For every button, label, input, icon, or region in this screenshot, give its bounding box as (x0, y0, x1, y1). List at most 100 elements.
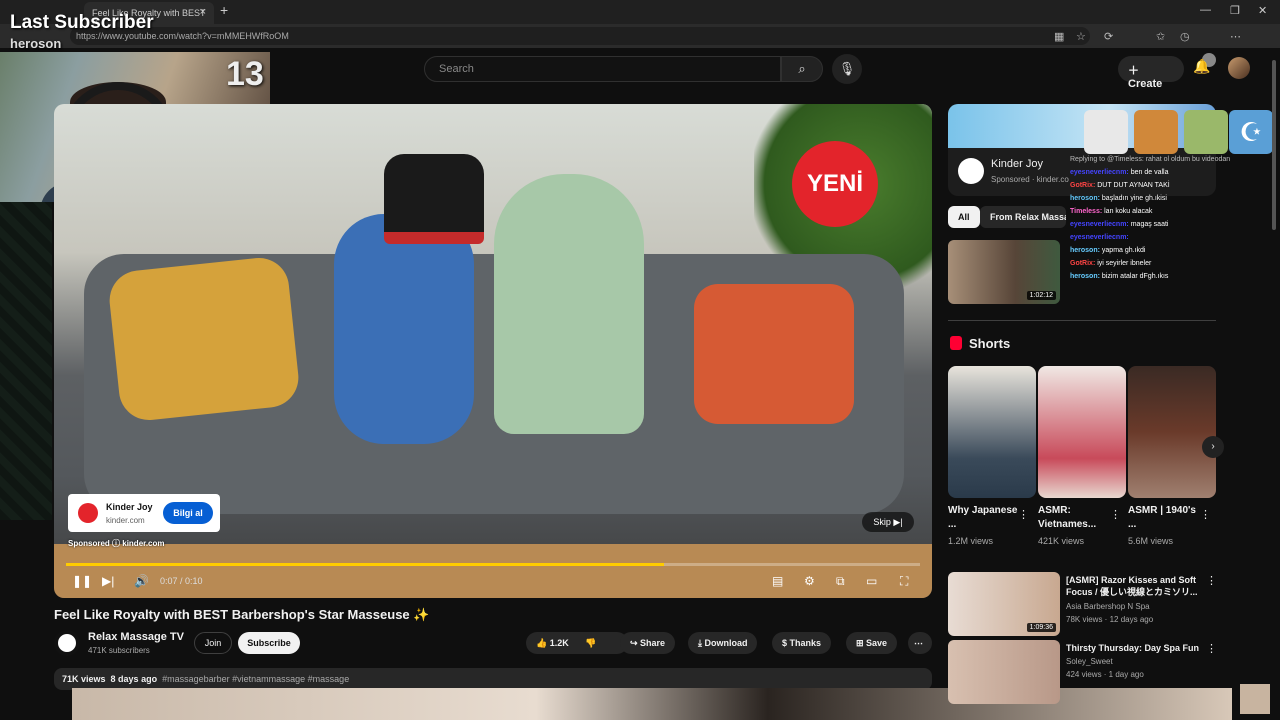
extensions-icon[interactable]: ⟳ (1104, 30, 1113, 43)
video-title: Feel Like Royalty with BEST Barbershop's… (54, 607, 430, 622)
address-bar[interactable]: https://www.youtube.com/watch?v=mMMEHWfR… (70, 27, 1090, 45)
shorts-title: Shorts (969, 336, 1011, 351)
chat-user: heroson: (1070, 273, 1100, 280)
search-input[interactable]: Search (424, 56, 781, 82)
chat-message: DUT DUT AYNAN TAKİ (1097, 182, 1170, 189)
related-title[interactable]: [ASMR] Razor Kisses and Soft Focus / 優しい… (1066, 574, 1202, 598)
chip-from-channel[interactable]: From Relax Massage (980, 206, 1066, 228)
video-player[interactable]: YENİ Kinder Joy kinder.com Bilgi al Spon… (54, 104, 932, 598)
ad-advertiser: Kinder Joy (106, 502, 153, 512)
favorite-star-icon[interactable]: ☆ (1076, 30, 1086, 43)
short-title[interactable]: ASMR | 1940's ... (1128, 504, 1198, 532)
chat-user: eyesneverliecnm: (1070, 169, 1129, 176)
short-thumbnail[interactable] (1128, 366, 1216, 498)
related-channel[interactable]: Asia Barbershop N Spa (1066, 602, 1150, 611)
short-thumbnail[interactable] (948, 366, 1036, 498)
favorites-icon[interactable]: ✩ (1156, 30, 1165, 43)
channel-name[interactable]: Relax Massage TV (88, 631, 184, 643)
chip-all[interactable]: All (948, 206, 980, 228)
chat-message: iyi seyirler ibneler (1097, 260, 1152, 267)
minimize-button[interactable]: — (1200, 4, 1211, 16)
chat-line: heroson: başladın yine gh.ıkisi (1070, 195, 1167, 202)
chat-user: heroson: (1070, 247, 1100, 254)
settings-gear-icon[interactable]: ⚙ (804, 574, 815, 588)
search-icon[interactable]: ⌕ (781, 56, 823, 82)
create-button[interactable]: ＋ Create (1118, 56, 1184, 90)
scrollbar[interactable] (1272, 60, 1276, 230)
subscribe-button[interactable]: Subscribe (238, 632, 300, 654)
maximize-button[interactable]: ❐ (1230, 4, 1240, 17)
sponsored-text: Sponsored (68, 539, 110, 548)
next-icon[interactable]: ▶| (102, 574, 114, 588)
kebab-menu-icon[interactable]: ⋮ (1110, 508, 1121, 521)
short-views: 421K views (1038, 536, 1085, 546)
info-icon[interactable]: ⓘ (112, 539, 122, 548)
ad-cta-button[interactable]: Bilgi al (163, 502, 213, 524)
microphone-icon[interactable]: 🎙 (832, 54, 862, 84)
share-label: Share (640, 638, 666, 648)
progress-bar[interactable] (66, 563, 920, 566)
kebab-menu-icon[interactable]: ⋮ (1018, 508, 1029, 521)
related-thumbnail[interactable] (948, 640, 1060, 704)
kebab-menu-icon[interactable]: ⋮ (1200, 508, 1211, 521)
chat-user: eyesneverliecnm: (1070, 221, 1129, 228)
description-box[interactable]: 71K views 8 days ago #massagebarber #vie… (54, 668, 932, 690)
yeni-badge: YENİ (792, 141, 878, 227)
download-button[interactable]: ⤓ Download (688, 632, 758, 654)
kebab-menu-icon[interactable]: ⋮ (1206, 642, 1217, 655)
skip-ad-button[interactable]: Skip ▶| (862, 512, 914, 532)
woman-figure (494, 174, 644, 434)
chevron-right-icon[interactable]: › (1202, 436, 1224, 458)
corner-thumbnail (1240, 684, 1270, 714)
close-window-button[interactable]: ✕ (1258, 4, 1267, 17)
short-title[interactable]: Why Japanese ... (948, 504, 1018, 532)
miniplayer-icon[interactable]: ⧉ (836, 574, 845, 589)
create-label: Create (1128, 78, 1163, 90)
channel-avatar[interactable] (54, 630, 80, 656)
apps-icon[interactable]: ▦ (1054, 30, 1064, 43)
like-icon[interactable]: 👍 (536, 638, 550, 648)
volume-icon[interactable]: 🔊 (134, 574, 149, 588)
like-count[interactable]: 1.2K (550, 638, 569, 648)
short-title[interactable]: ASMR: Vietnames... (1038, 504, 1108, 532)
thanks-button[interactable]: $ Thanks (772, 632, 832, 654)
fullscreen-icon[interactable]: ⛶ (900, 574, 908, 589)
share-button[interactable]: ↪ Share (620, 632, 676, 654)
sponsored-domain[interactable]: kinder.com (122, 539, 164, 548)
more-actions-icon[interactable]: ⋯ (908, 632, 932, 654)
chat-badges: ☪ (1064, 104, 1280, 156)
theater-mode-icon[interactable]: ▭ (866, 574, 877, 588)
short-thumbnail[interactable] (1038, 366, 1126, 498)
chat-user: eyesneverliecnm: (1070, 234, 1129, 241)
save-button[interactable]: ⊞ Save (846, 632, 898, 654)
dislike-icon[interactable]: 👎 (585, 638, 596, 648)
orange-pillow (694, 284, 854, 424)
captions-icon[interactable]: ▤ (772, 574, 783, 588)
save-label: Save (866, 638, 888, 648)
boy-figure (334, 214, 474, 444)
pause-icon[interactable]: ❚❚ (72, 574, 92, 588)
notifications-bell-icon[interactable]: 🔔 (1193, 58, 1210, 75)
short-views: 1.2M views (948, 536, 994, 546)
chat-message: bizim atalar dFgh.ıkıs (1101, 273, 1169, 280)
user-avatar[interactable] (1228, 57, 1250, 79)
tab-close-icon[interactable]: × (200, 6, 206, 18)
chat-message: ben de valla (1130, 169, 1169, 176)
badge-emote (1084, 110, 1128, 154)
hashtags[interactable]: #massagebarber #vietnammassage #massage (162, 674, 349, 684)
sponsored-label: Sponsored ⓘ kinder.com (68, 538, 165, 549)
chat-line: GotRix: iyi seyirler ibneler (1070, 260, 1151, 267)
player-controls: ❚❚ ▶| 🔊 0:07 / 0:10 ▤ ⚙ ⧉ ▭ ⛶ (54, 568, 932, 598)
history-icon[interactable]: ◷ (1180, 30, 1190, 43)
more-menu-icon[interactable]: ⋯ (1230, 30, 1241, 43)
related-thumbnail[interactable]: 1:09:36 (948, 572, 1060, 636)
chat-user: Timeless: (1070, 208, 1103, 215)
ad-card[interactable]: Kinder Joy kinder.com Bilgi al (68, 494, 220, 532)
address-bar-row: https://www.youtube.com/watch?v=mMMEHWfR… (0, 24, 1280, 67)
new-tab-button[interactable]: + (220, 2, 228, 18)
related-thumbnail[interactable]: 1:02:12 (948, 240, 1060, 304)
kebab-menu-icon[interactable]: ⋮ (1206, 574, 1217, 587)
related-channel[interactable]: Soley_Sweet (1066, 657, 1113, 666)
related-title[interactable]: Thirsty Thursday: Day Spa Fun (1066, 642, 1202, 654)
join-button[interactable]: Join (194, 632, 232, 654)
